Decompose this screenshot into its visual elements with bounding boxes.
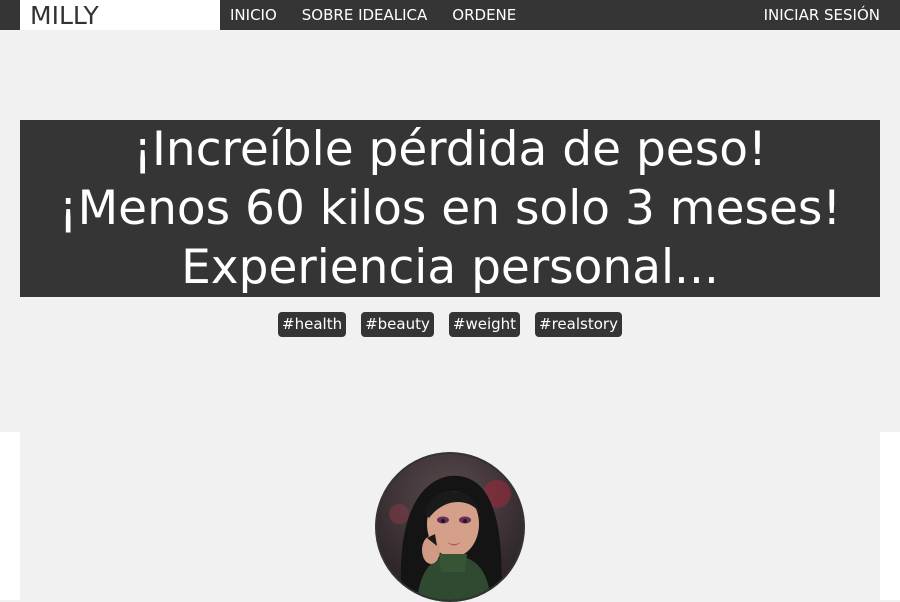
title-line-2: ¡Menos 60 kilos en solo 3 meses! <box>58 181 842 236</box>
avatar-portrait-icon <box>377 454 523 600</box>
nav-link-sobre-idealica[interactable]: SOBRE IDEALICA <box>302 0 428 30</box>
author-card <box>20 432 880 602</box>
nav-links: INICIO SOBRE IDEALICA ORDENE <box>230 0 516 30</box>
login-link[interactable]: INICIAR SESIÓN <box>764 0 880 30</box>
site-logo[interactable]: MILLY <box>20 0 220 31</box>
article-title: ¡Increíble pérdida de peso! ¡Menos 60 ki… <box>20 120 880 297</box>
content-area <box>0 432 900 602</box>
top-navbar: MILLY INICIO SOBRE IDEALICA ORDENE INICI… <box>0 0 900 31</box>
nav-link-inicio[interactable]: INICIO <box>230 0 277 30</box>
hero-section: ¡Increíble pérdida de peso! ¡Menos 60 ki… <box>0 30 900 432</box>
tag-beauty[interactable]: #beauty <box>361 312 434 337</box>
tag-weight[interactable]: #weight <box>448 312 521 337</box>
tag-list: #health #beauty #weight #realstory <box>0 312 900 337</box>
tag-realstory[interactable]: #realstory <box>535 312 622 337</box>
tag-health[interactable]: #health <box>278 312 347 337</box>
title-line-3: Experiencia personal... <box>181 240 719 295</box>
title-line-1: ¡Increíble pérdida de peso! <box>133 122 767 177</box>
nav-link-ordene[interactable]: ORDENE <box>452 0 516 30</box>
author-avatar <box>375 452 525 602</box>
